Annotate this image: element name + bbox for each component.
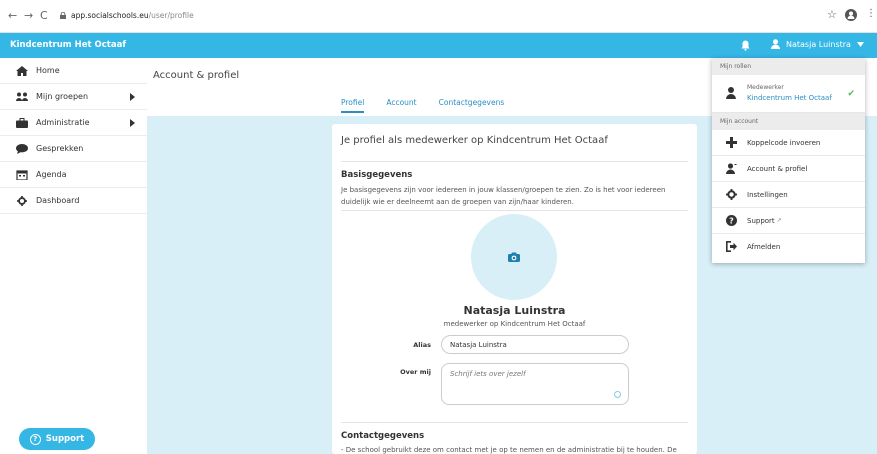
divider <box>341 210 688 211</box>
alias-input-value: Natasja Luinstra <box>450 340 507 349</box>
app-header: Kindcentrum Het Octaaf Natasja Luinstra <box>0 33 877 58</box>
sidebar-item-label: Home <box>36 66 60 75</box>
menu-item-instellingen[interactable]: Instellingen <box>712 182 865 208</box>
home-icon <box>16 65 28 76</box>
sidebar-item-home[interactable]: Home <box>0 58 147 84</box>
sidebar-item-label: Administratie <box>36 118 90 127</box>
sign-out-icon <box>726 241 737 252</box>
card-title: Je profiel als medewerker op Kindcentrum… <box>341 135 608 146</box>
forward-icon[interactable]: → <box>24 9 33 23</box>
profile-card: Je profiel als medewerker op Kindcentrum… <box>332 124 697 454</box>
gear-icon <box>17 195 27 206</box>
svg-text:?: ? <box>729 216 734 225</box>
menu-item-label: Instellingen <box>747 190 788 199</box>
external-link-icon: ↗ <box>776 217 782 224</box>
divider <box>341 422 688 423</box>
tab-bar: Profiel Account Contactgegevens <box>341 98 526 113</box>
menu-item-koppelcode[interactable]: Koppelcode invoeren <box>712 130 865 156</box>
user-dropdown-menu: Mijn rollen Medewerker Kindcentrum Het O… <box>712 58 865 263</box>
sidebar-item-label: Agenda <box>36 170 67 179</box>
menu-item-label: Koppelcode invoeren <box>747 138 821 147</box>
sidebar-item-label: Gesprekken <box>36 144 84 153</box>
roles-header: Mijn rollen <box>712 58 865 75</box>
about-textarea[interactable]: Schrijf iets over jezelf <box>441 363 629 405</box>
sidebar-item-gesprekken[interactable]: Gesprekken <box>0 136 147 162</box>
role-item-medewerker[interactable]: Medewerker Kindcentrum Het Octaaf ✔ <box>712 75 865 113</box>
sidebar-item-administratie[interactable]: Administratie <box>0 110 147 136</box>
role-title: Medewerker <box>747 84 784 91</box>
section-text-basisgegevens: Je basisgegevens zijn voor iedereen in j… <box>341 186 666 206</box>
tab-profiel[interactable]: Profiel <box>341 98 365 113</box>
section-text-contactgegevens: - De school gebruikt deze om contact met… <box>341 446 677 454</box>
user-menu-toggle[interactable]: Natasja Luinstra <box>771 39 864 49</box>
user-icon <box>771 39 780 49</box>
user-name: Natasja Luinstra <box>786 39 851 49</box>
camera-icon <box>508 252 520 262</box>
profile-photo-upload[interactable] <box>471 214 557 300</box>
chevron-down-icon <box>856 41 864 47</box>
notification-bell-icon[interactable] <box>741 40 750 51</box>
menu-item-afmelden[interactable]: Afmelden <box>712 234 865 260</box>
calendar-icon <box>16 169 28 180</box>
help-circle-icon: ? <box>726 215 737 226</box>
gear-icon <box>726 189 737 200</box>
help-circle-icon: ? <box>29 433 41 445</box>
briefcase-icon <box>16 117 28 128</box>
sidebar-item-dashboard[interactable]: Dashboard <box>0 188 147 214</box>
browser-menu-icon[interactable]: ⋮ <box>866 8 876 19</box>
menu-item-support[interactable]: ? Support ↗ <box>712 208 865 234</box>
sidebar: Home Mijn groepen Administratie Gesprekk… <box>0 58 147 454</box>
user-edit-icon <box>726 163 737 174</box>
caret-right-icon <box>130 119 135 127</box>
section-title-contactgegevens: Contactgegevens <box>341 431 425 441</box>
profile-full-name: Natasja Luinstra <box>463 304 566 317</box>
address-bar[interactable]: app.socialschools.eu/user/profile <box>71 9 194 23</box>
tab-contactgegevens[interactable]: Contactgegevens <box>439 98 505 113</box>
about-label: Over mij <box>400 368 431 376</box>
profile-role: medewerker op Kindcentrum Het Octaaf <box>443 320 586 328</box>
emoji-icon[interactable] <box>614 391 621 398</box>
lock-icon <box>60 12 66 19</box>
support-button-label: Support <box>45 434 85 444</box>
section-title-basisgegevens: Basisgegevens <box>341 170 413 180</box>
reload-icon[interactable]: C <box>40 9 48 23</box>
alias-label: Alias <box>413 341 431 349</box>
user-icon <box>726 87 736 99</box>
caret-right-icon <box>130 93 135 101</box>
about-placeholder: Schrijf iets over jezelf <box>450 370 526 378</box>
sidebar-item-label: Mijn groepen <box>36 92 89 101</box>
tab-account[interactable]: Account <box>386 98 416 113</box>
bookmark-star-icon[interactable]: ☆ <box>827 8 837 21</box>
checkmark-icon: ✔ <box>847 89 855 99</box>
account-header: Mijn account <box>712 113 865 130</box>
sidebar-item-agenda[interactable]: Agenda <box>0 162 147 188</box>
menu-item-account-profiel[interactable]: Account & profiel <box>712 156 865 182</box>
alias-input[interactable]: Natasja Luinstra <box>441 335 629 354</box>
role-organization: Kindcentrum Het Octaaf <box>747 94 832 102</box>
menu-item-label: Account & profiel <box>747 164 808 173</box>
support-button[interactable]: ? Support <box>19 428 95 450</box>
back-icon[interactable]: ← <box>8 9 17 23</box>
sidebar-item-mijn-groepen[interactable]: Mijn groepen <box>0 84 147 110</box>
menu-item-label: Support <box>747 216 775 225</box>
brand-title[interactable]: Kindcentrum Het Octaaf <box>10 40 126 50</box>
divider <box>341 161 688 162</box>
group-icon <box>16 92 28 101</box>
page-title: Account & profiel <box>153 70 240 81</box>
browser-chrome: ← → C app.socialschools.eu/user/profile … <box>0 0 877 33</box>
profile-avatar-icon[interactable] <box>845 9 857 21</box>
sidebar-item-label: Dashboard <box>36 196 80 205</box>
menu-item-label: Afmelden <box>747 243 781 251</box>
plus-icon <box>726 137 737 148</box>
chat-bubble-icon <box>16 143 28 154</box>
